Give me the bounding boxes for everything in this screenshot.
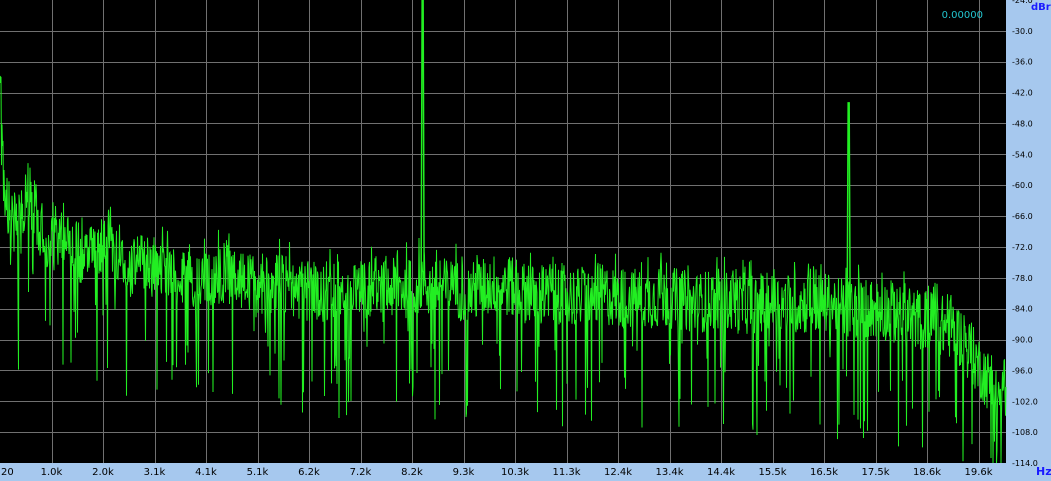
spectrum-analyzer: 20 1.0k 2.0k 3.1k 4.1k 5.1k 6.2k 7.2k 8.2k 9.3k 10… — [0, 0, 1051, 481]
y-tick-label: -66.0 — [1012, 212, 1033, 221]
y-tick-label: -48.0 — [1012, 119, 1033, 128]
y-tick-label: -96.0 — [1012, 366, 1033, 375]
spectrum-trace — [0, 75, 1007, 464]
y-tick-label: -54.0 — [1012, 150, 1033, 159]
y-tick-label: -78.0 — [1012, 274, 1033, 283]
y-tick-label: -108.0 — [1012, 428, 1038, 437]
y-tick-label: -90.0 — [1012, 336, 1033, 345]
y-axis-label: dBr — [1031, 2, 1051, 13]
y-tick-label: -36.0 — [1012, 58, 1033, 67]
y-tick-label: -72.0 — [1012, 243, 1033, 252]
x-axis-label: Hz — [1036, 465, 1051, 478]
spectrum-plot[interactable]: 20 1.0k 2.0k 3.1k 4.1k 5.1k 6.2k 7.2k 8.2k 9.3k 10… — [0, 0, 1051, 481]
x-tick-label: 2.0k — [92, 467, 114, 478]
y-tick-label: -84.0 — [1012, 305, 1033, 314]
y-tick-labels: -24.0 -30.0 -36.0 -42.0 -48.0 -54.0 -60.0 -66.0… — [1012, 0, 1038, 468]
x-tick-label: 11.3k — [552, 467, 580, 478]
x-tick-label: 3.1k — [144, 467, 166, 478]
x-tick-label: 12.4k — [604, 467, 632, 478]
y-tick-label: -114.0 — [1012, 459, 1038, 468]
y-tick-label: -60.0 — [1012, 181, 1033, 190]
x-tick-label: 16.5k — [810, 467, 838, 478]
x-tick-label: 18.6k — [913, 467, 941, 478]
x-tick-label: 5.1k — [247, 467, 269, 478]
cursor-readout: 0.00000 — [942, 10, 983, 21]
x-tick-label: 13.4k — [655, 467, 683, 478]
x-tick-labels: 20 1.0k 2.0k 3.1k 4.1k 5.1k 6.2k 7.2k 8.2k 9.3k 10… — [1, 467, 993, 478]
x-tick-label: 6.2k — [298, 467, 320, 478]
x-tick-label: 15.5k — [758, 467, 786, 478]
y-tick-label: -30.0 — [1012, 27, 1033, 36]
trace-layer — [0, 75, 1007, 464]
x-tick-label: 1.0k — [41, 467, 63, 478]
x-tick-label: 10.3k — [501, 467, 529, 478]
x-tick-label: 17.5k — [861, 467, 889, 478]
x-tick-label: 9.3k — [453, 467, 475, 478]
y-tick-label: -42.0 — [1012, 89, 1033, 98]
x-tick-label: 20 — [1, 467, 14, 478]
y-tick-label: -102.0 — [1012, 397, 1038, 406]
grid — [0, 0, 1006, 463]
spectral-peak — [846, 102, 851, 309]
x-tick-label: 14.4k — [707, 467, 735, 478]
x-tick-label: 7.2k — [350, 467, 372, 478]
x-tick-label: 4.1k — [195, 467, 217, 478]
x-tick-label: 19.6k — [964, 467, 992, 478]
y-tick-label: -24.0 — [1012, 0, 1033, 5]
spectral-peak — [420, 0, 425, 281]
x-tick-label: 8.2k — [401, 467, 423, 478]
